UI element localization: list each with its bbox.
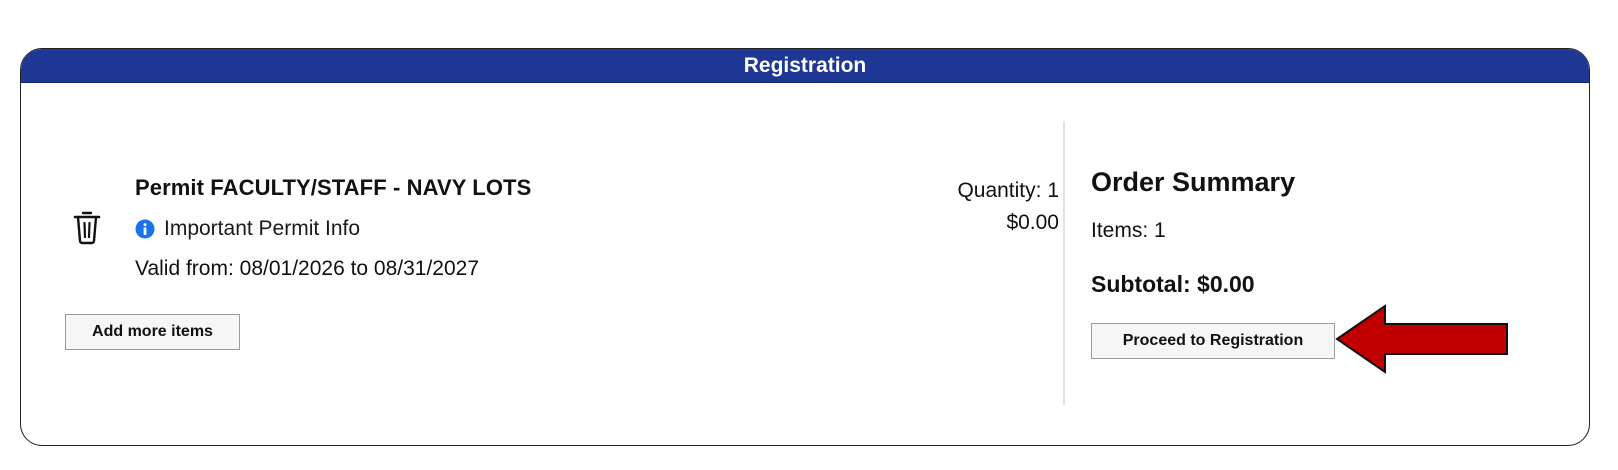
important-info-link[interactable]: Important Permit Info	[135, 217, 360, 241]
proceed-to-registration-button[interactable]: Proceed to Registration	[1091, 323, 1335, 359]
add-more-items-button[interactable]: Add more items	[65, 314, 240, 350]
valid-dates: Valid from: 08/01/2026 to 08/31/2027	[135, 257, 480, 280]
info-circle-icon	[135, 219, 155, 239]
quantity-label: Quantity: 1	[957, 179, 1059, 202]
panel-title: Registration	[743, 53, 867, 77]
trash-icon[interactable]	[72, 209, 102, 245]
quantity-price: Quantity: 1 $0.00	[957, 175, 1059, 239]
red-arrow-icon	[1331, 304, 1511, 374]
item-title: Permit FACULTY/STAFF - NAVY LOTS	[135, 175, 532, 200]
subtotal: Subtotal: $0.00	[1091, 271, 1255, 297]
price-label: $0.00	[1006, 211, 1059, 234]
column-divider	[1063, 121, 1065, 405]
panel-header: Registration	[21, 49, 1589, 83]
registration-panel: Registration Permit FACULTY/STAFF - NAVY…	[20, 48, 1590, 446]
items-count: Items: 1	[1091, 219, 1166, 242]
order-summary-title: Order Summary	[1091, 167, 1296, 197]
info-link-label[interactable]: Important Permit Info	[164, 217, 360, 241]
